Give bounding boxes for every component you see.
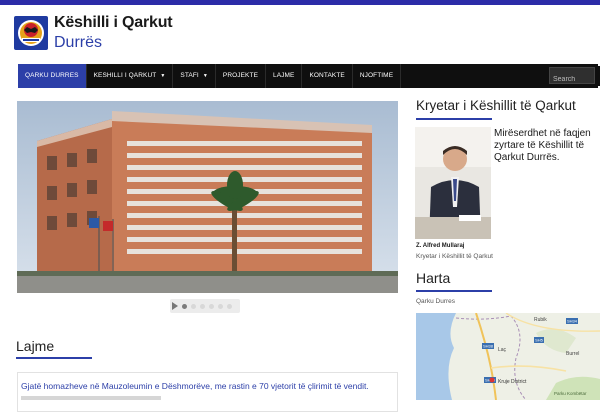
road-label-sh5: SH5 <box>535 338 544 343</box>
image-slider[interactable] <box>17 101 398 293</box>
search-box <box>549 67 595 84</box>
map-title-underline <box>416 290 492 292</box>
chairman-portrait <box>415 127 491 239</box>
news-section-title: Lajme <box>16 338 54 354</box>
nav-item-lajme[interactable]: LAJME <box>266 64 302 88</box>
news-item-meta <box>21 396 161 400</box>
chairman-name: Z. Alfred Mullaraj <box>416 243 464 249</box>
slider-dot-4[interactable] <box>209 304 214 309</box>
slider-dot-3[interactable] <box>200 304 205 309</box>
slider-dot-1[interactable] <box>182 304 187 309</box>
chevron-down-icon: ▼ <box>160 64 165 88</box>
nav-item-njoftime[interactable]: NJOFTIME <box>353 64 401 88</box>
site-name[interactable]: Këshilli i Qarkut <box>54 14 172 32</box>
map-place-burrel: Burrel <box>566 351 579 357</box>
map-section-title: Harta <box>416 270 450 286</box>
slide-image-council-building <box>17 101 398 293</box>
play-button[interactable] <box>172 302 178 310</box>
nav-item-stafi[interactable]: STAFI▼ <box>173 64 216 88</box>
slider-dot-2[interactable] <box>191 304 196 309</box>
map-place-lac: Laç <box>498 347 507 353</box>
map-place-kruje: Kruje District <box>498 379 527 385</box>
road-label-sh38: SH38 <box>483 344 494 349</box>
nav-item-kontakte[interactable]: KONTAKTE <box>302 64 352 88</box>
road-label-sh34: SH34 <box>567 319 578 324</box>
slider-dot-5[interactable] <box>218 304 223 309</box>
map-place-rubik: Rubik <box>534 317 547 323</box>
play-icon <box>172 302 178 310</box>
top-accent-bar <box>0 0 600 5</box>
nav-item-qarku-durres[interactable]: QARKU DURRES <box>18 64 87 88</box>
chairman-section-title: Kryetar i Këshillit të Qarkut <box>416 98 576 113</box>
main-nav: QARKU DURRES KESHILLI I QARKUT▼ STAFI▼ P… <box>18 64 598 88</box>
map-label: Qarku Durres <box>416 298 455 305</box>
region-map[interactable]: SH38 SH34 SH39 SH5 Rubik Laç Burrel Kruj… <box>416 313 600 400</box>
site-subtitle[interactable]: Durrës <box>54 34 102 52</box>
nav-item-projekte[interactable]: PROJEKTE <box>216 64 266 88</box>
slider-controls <box>172 301 232 311</box>
slider-dot-6[interactable] <box>227 304 232 309</box>
chairman-title-underline <box>416 118 492 120</box>
map-place-park: Parku Kombëtar <box>554 391 587 396</box>
news-card <box>17 372 398 412</box>
search-input[interactable] <box>550 72 594 87</box>
chevron-down-icon: ▼ <box>203 64 208 88</box>
news-item-title[interactable]: Gjatë homazheve në Mauzoleumin e Dëshmor… <box>21 381 369 391</box>
chairman-role: Kryetar i Këshillit të Qarkut <box>416 253 493 260</box>
news-title-underline <box>16 357 92 359</box>
search-button[interactable] <box>595 66 600 86</box>
welcome-text: Mirëserdhet në faqjen zyrtare të Këshill… <box>494 128 594 164</box>
council-logo[interactable] <box>14 16 48 50</box>
nav-item-keshilli-i-qarkut[interactable]: KESHILLI I QARKUT▼ <box>87 64 174 88</box>
